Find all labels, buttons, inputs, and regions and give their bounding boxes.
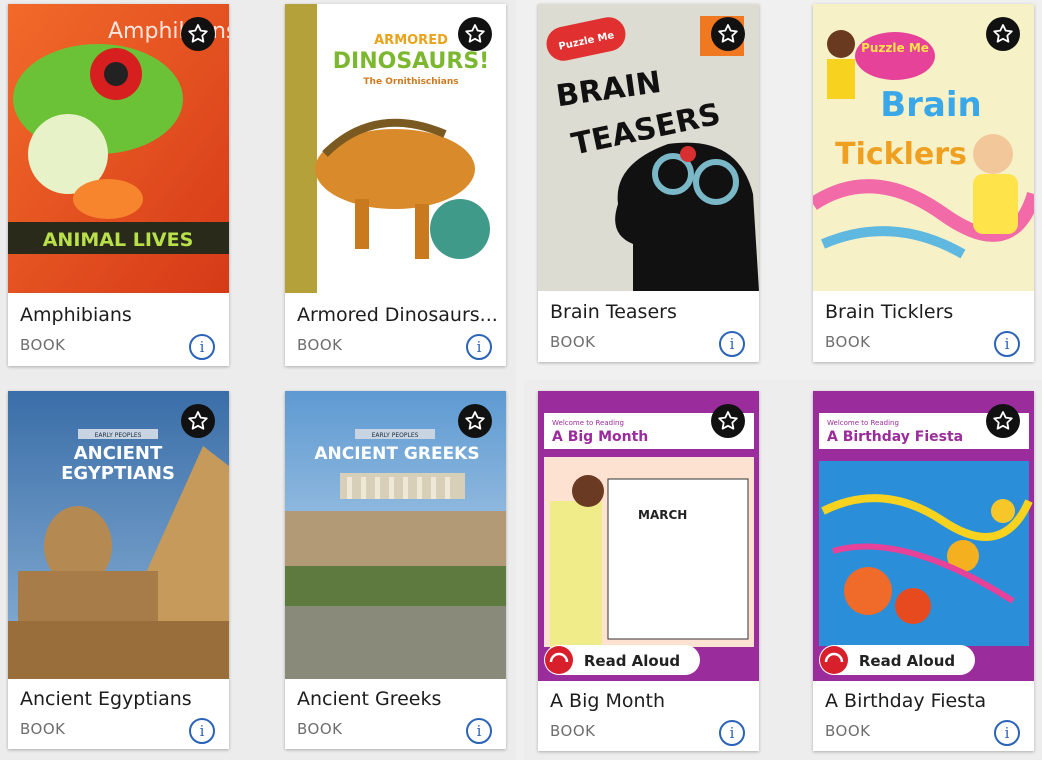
cover-sub-text: The Ornithischians [363, 77, 458, 87]
info-icon: i [729, 335, 735, 353]
cover-band-text: ANIMAL LIVES [43, 229, 194, 251]
info-button[interactable]: i [994, 331, 1020, 357]
info-button[interactable]: i [466, 334, 492, 360]
book-type-label: BOOK [297, 336, 343, 354]
favorite-button[interactable] [711, 404, 745, 438]
cover-line2: Ticklers [835, 137, 967, 172]
info-icon: i [1004, 724, 1010, 742]
favorite-button[interactable] [458, 404, 492, 438]
info-button[interactable]: i [719, 720, 745, 746]
book-title[interactable]: Armored Dinosaurs... [297, 304, 498, 326]
cover-line1: Brain [880, 85, 982, 125]
star-outline-icon [993, 24, 1013, 43]
cover-line1: A Birthday Fiesta [827, 429, 963, 445]
cover-line1: A Big Month [552, 429, 648, 445]
cover-series-text: Welcome to Reading [552, 419, 624, 427]
star-outline-icon [718, 411, 738, 430]
favorite-button[interactable] [458, 17, 492, 51]
cover-month-text: MARCH [638, 508, 687, 522]
cover-line2: EGYPTIANS [61, 463, 175, 484]
info-button[interactable]: i [189, 718, 215, 744]
favorite-button[interactable] [986, 17, 1020, 51]
favorite-button[interactable] [986, 404, 1020, 438]
favorite-button[interactable] [181, 404, 215, 438]
book-card-brain-teasers[interactable]: Puzzle Me BRAIN TEASERS Brain Teasers BO… [538, 4, 759, 362]
info-button[interactable]: i [994, 720, 1020, 746]
read-aloud-label: Read Aloud [859, 652, 955, 670]
star-outline-icon [465, 411, 485, 430]
cover-series-text: Welcome to Reading [827, 419, 899, 427]
cover-series-text: EARLY PEOPLES [372, 432, 419, 439]
book-type-label: BOOK [550, 722, 596, 740]
cover-main-text: DINOSAURS! [333, 49, 489, 74]
book-card-brain-ticklers[interactable]: Puzzle Me Brain Ticklers Brain Ticklers … [813, 4, 1034, 362]
book-title[interactable]: A Big Month [550, 690, 751, 712]
star-outline-icon [465, 24, 485, 43]
book-type-label: BOOK [550, 333, 596, 351]
read-aloud-label: Read Aloud [584, 652, 680, 670]
favorite-button[interactable] [711, 17, 745, 51]
star-outline-icon [993, 411, 1013, 430]
star-outline-icon [188, 24, 208, 43]
info-icon: i [199, 722, 205, 740]
book-title[interactable]: Brain Ticklers [825, 301, 1026, 323]
book-type-label: BOOK [825, 333, 871, 351]
book-type-label: BOOK [297, 720, 343, 738]
book-card-ancient-greeks[interactable]: EARLY PEOPLES ANCIENT GREEKS Ancient Gre… [285, 391, 506, 749]
info-icon: i [1004, 335, 1010, 353]
book-type-label: BOOK [20, 336, 66, 354]
cover-line1: ANCIENT [74, 443, 163, 464]
info-icon: i [729, 724, 735, 742]
cover-badge-text: Puzzle Me [861, 41, 929, 55]
star-outline-icon [188, 411, 208, 430]
book-card-a-birthday-fiesta[interactable]: Welcome to Reading A Birthday Fiesta Rea… [813, 391, 1034, 751]
book-card-a-big-month[interactable]: Welcome to Reading A Big Month MARCH Rea… [538, 391, 759, 751]
cover-line1: ANCIENT GREEKS [314, 444, 479, 464]
book-title[interactable]: Brain Teasers [550, 301, 751, 323]
book-title[interactable]: Ancient Greeks [297, 688, 498, 710]
info-button[interactable]: i [719, 331, 745, 357]
cover-top-text: ARMORED [374, 33, 448, 48]
book-title[interactable]: Amphibians [20, 304, 221, 326]
info-icon: i [476, 338, 482, 356]
book-card-ancient-egyptians[interactable]: EARLY PEOPLES ANCIENT EGYPTIANS Ancient … [8, 391, 229, 749]
book-card-amphibians[interactable]: Amphibians ANIMAL LIVES Amphibians BOOK … [8, 4, 229, 366]
info-button[interactable]: i [189, 334, 215, 360]
cover-series-text: EARLY PEOPLES [95, 432, 142, 439]
book-card-armored-dinosaurs[interactable]: ARMORED DINOSAURS! The Ornithischians Ar… [285, 4, 506, 366]
book-title[interactable]: Ancient Egyptians [20, 688, 221, 710]
info-button[interactable]: i [466, 718, 492, 744]
favorite-button[interactable] [181, 17, 215, 51]
book-type-label: BOOK [20, 720, 66, 738]
info-icon: i [476, 722, 482, 740]
book-type-label: BOOK [825, 722, 871, 740]
book-title[interactable]: A Birthday Fiesta [825, 690, 1026, 712]
star-outline-icon [718, 24, 738, 43]
info-icon: i [199, 338, 205, 356]
